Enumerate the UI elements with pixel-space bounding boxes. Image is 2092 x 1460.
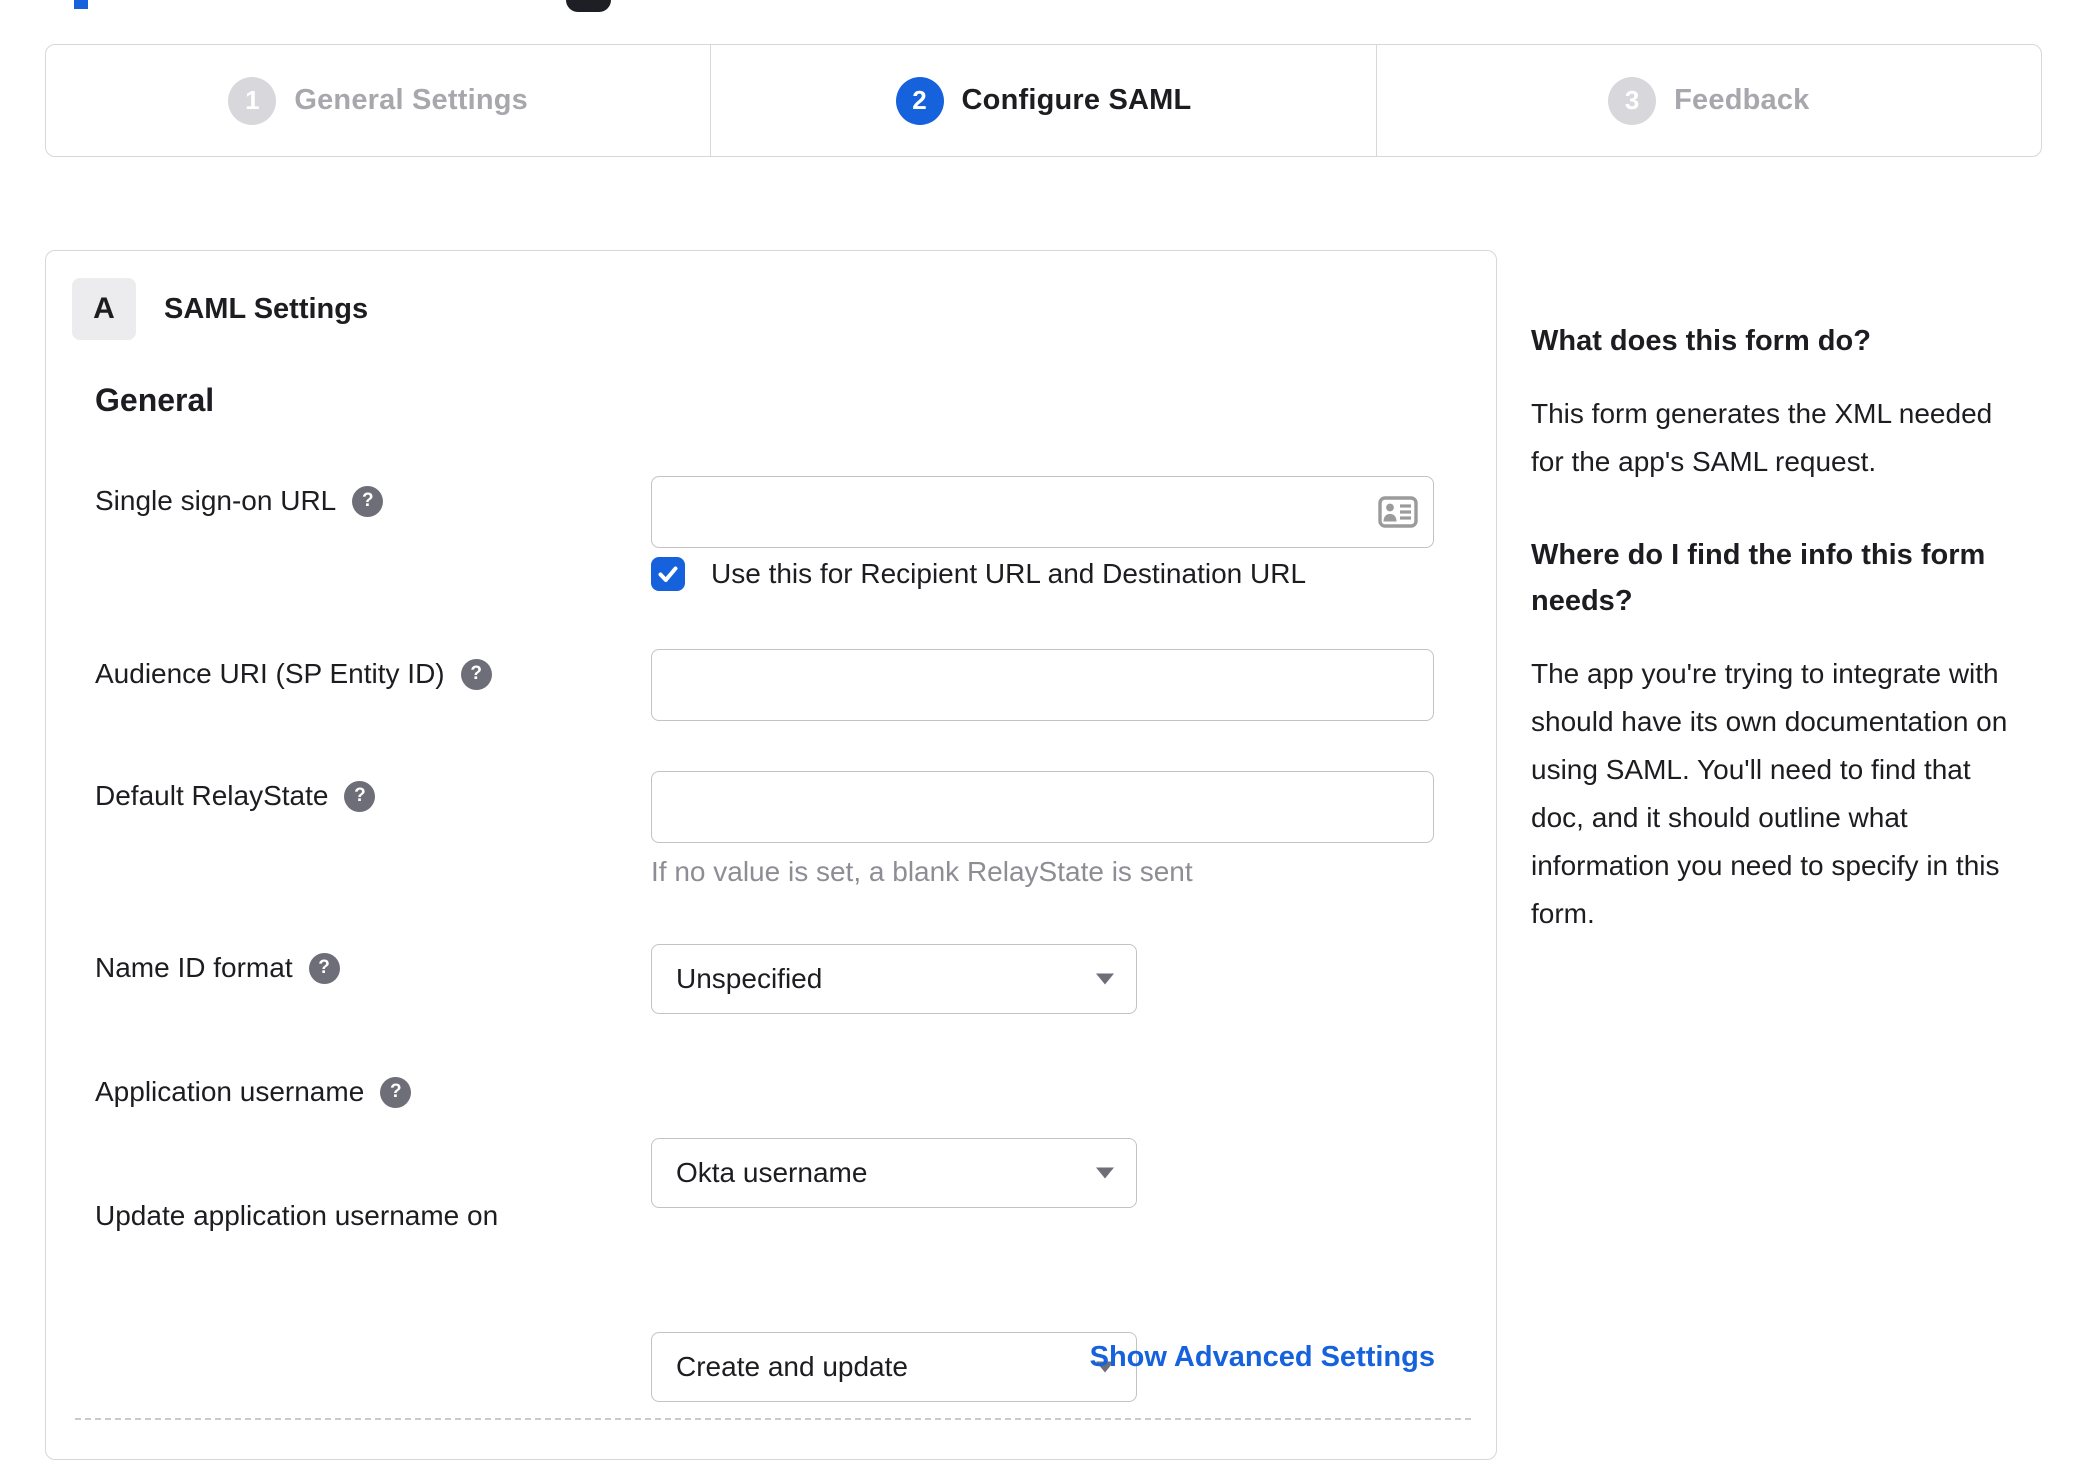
update-username-label: Update application username on (95, 1200, 499, 1231)
sidebar-answer-1: This form generates the XML needed for t… (1531, 398, 1993, 477)
sidebar-question-1: What does this form do? (1531, 325, 1871, 357)
step-number-badge: 1 (228, 76, 277, 125)
relaystate-input-wrap (651, 771, 1434, 843)
panel-title: SAML Settings (164, 292, 369, 325)
panel-section-dashed-divider (75, 1418, 1471, 1420)
audience-uri-input-wrap (651, 649, 1434, 721)
help-icon[interactable]: ? (380, 1076, 412, 1108)
relaystate-hint: If no value is set, a blank RelayState i… (651, 856, 1193, 887)
relaystate-input[interactable] (651, 771, 1434, 843)
help-icon[interactable]: ? (344, 780, 376, 812)
recipient-url-checkbox[interactable] (651, 557, 685, 591)
nameid-selected-value: Unspecified (676, 963, 823, 994)
step-number-badge: 3 (1608, 76, 1657, 125)
help-icon[interactable]: ? (308, 952, 340, 984)
sidebar-question-2: Where do I find the info this form needs… (1531, 539, 1986, 617)
nameid-select[interactable]: Unspecified (651, 944, 1137, 1014)
sso-url-label-row: Single sign-on URL ? (95, 485, 384, 517)
step-label: Configure SAML (961, 84, 1192, 116)
nameid-label: Name ID format (95, 952, 293, 983)
update-username-label-row: Update application username on (95, 1200, 498, 1232)
checkmark-icon (658, 566, 678, 582)
relaystate-label: Default RelayState (95, 780, 329, 811)
sso-url-input-wrap (651, 476, 1434, 548)
relaystate-label-row: Default RelayState ? (95, 780, 376, 812)
nameid-label-row: Name ID format ? (95, 952, 340, 984)
step-configure-saml[interactable]: 2 Configure SAML (710, 45, 1375, 156)
help-icon[interactable]: ? (460, 658, 492, 690)
app-username-label-row: Application username ? (95, 1076, 412, 1108)
app-username-selected-value: Okta username (676, 1157, 868, 1188)
section-a-badge: A (72, 278, 136, 340)
step-number-badge: 2 (895, 76, 944, 125)
recipient-url-checkbox-row: Use this for Recipient URL and Destinati… (651, 557, 1306, 591)
app-username-select[interactable]: Okta username (651, 1138, 1137, 1208)
help-icon[interactable]: ? (352, 485, 384, 517)
sso-url-input[interactable] (651, 476, 1434, 548)
show-advanced-settings-link[interactable]: Show Advanced Settings (651, 1341, 1435, 1374)
chevron-down-icon (1096, 973, 1114, 985)
saml-settings-panel (45, 250, 1497, 1460)
sidebar-answer-2: The app you're trying to integrate with … (1531, 658, 2008, 929)
step-label: Feedback (1674, 84, 1810, 116)
sso-url-label: Single sign-on URL (95, 485, 337, 516)
chevron-down-icon (1096, 1167, 1114, 1179)
audience-uri-label-row: Audience URI (SP Entity ID) ? (95, 658, 492, 690)
audience-uri-label: Audience URI (SP Entity ID) (95, 658, 445, 689)
recipient-url-checkbox-label[interactable]: Use this for Recipient URL and Destinati… (711, 558, 1306, 590)
general-section-heading: General (95, 382, 215, 418)
audience-uri-input[interactable] (651, 649, 1434, 721)
app-username-label: Application username (95, 1076, 365, 1107)
clipped-header-logo-fragment (74, 0, 88, 9)
help-sidebar: What does this form do? This form genera… (1531, 318, 2045, 984)
step-feedback[interactable]: 3 Feedback (1375, 45, 2041, 156)
step-label: General Settings (294, 84, 528, 116)
wizard-stepper: 1 General Settings 2 Configure SAML 3 Fe… (45, 44, 2042, 157)
clipped-header-icon-fragment (566, 0, 611, 12)
step-general-settings[interactable]: 1 General Settings (46, 45, 710, 156)
